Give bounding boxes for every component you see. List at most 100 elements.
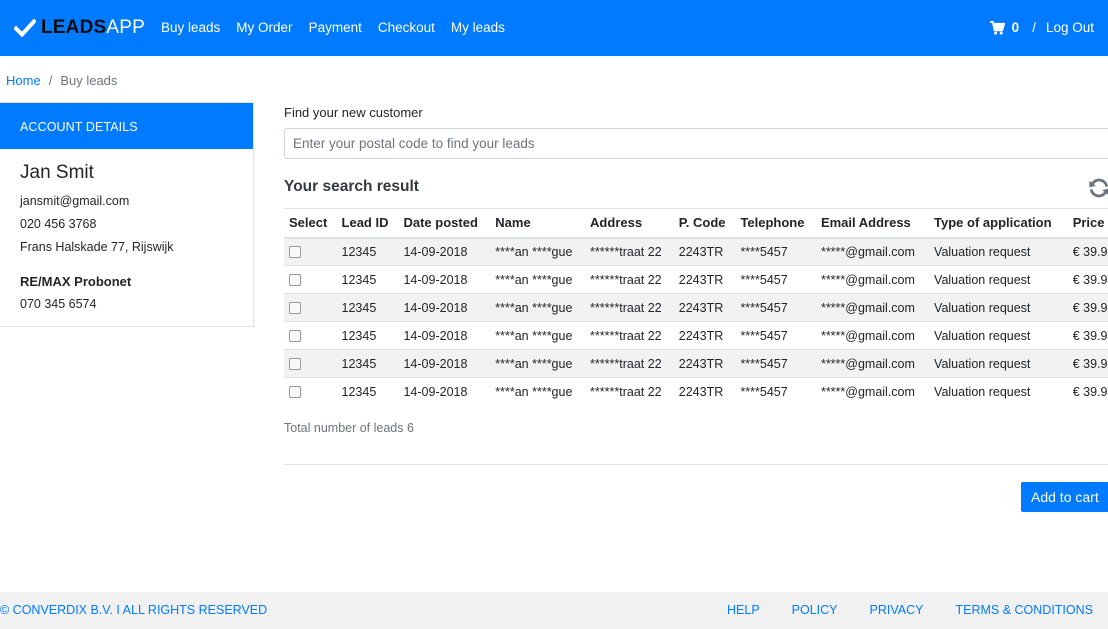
application-type-cell: Valuation request: [929, 293, 1068, 322]
footer-link-privacy[interactable]: PRIVACY: [870, 603, 924, 617]
address-cell: ******traat 22: [585, 321, 674, 350]
account-email: jansmit@gmail.com: [20, 194, 130, 208]
table-row: 12345 14-09-2018 ****an ****gue ******tr…: [284, 377, 1108, 406]
nav-separator: /: [1032, 20, 1036, 35]
column-header-name: Name: [490, 208, 586, 239]
price-cell: € 39.99: [1067, 349, 1108, 378]
account-company: RE/MAX Probonet: [20, 274, 132, 289]
breadcrumb-separator: /: [48, 73, 53, 88]
account-details-header: ACCOUNT DETAILS: [0, 103, 253, 149]
table-row: 12345 14-09-2018 ****an ****gue ******tr…: [284, 265, 1108, 294]
postal-code-cell: 2243TR: [673, 237, 736, 266]
telephone-cell: ****5457: [735, 377, 816, 406]
email-cell: *****@gmail.com: [815, 321, 930, 350]
lead-id-cell: 12345: [336, 265, 399, 294]
footer-link-help[interactable]: HELP: [727, 603, 760, 617]
nav-my-order[interactable]: My Order: [236, 20, 292, 35]
nav-right: 0 / Log Out: [989, 20, 1094, 35]
check-icon: [14, 18, 36, 38]
breadcrumb-current: Buy leads: [60, 73, 118, 88]
brand-logo[interactable]: LEADSAPP: [14, 16, 145, 40]
date-posted-cell: 14-09-2018: [398, 349, 491, 378]
account-details-card: ACCOUNT DETAILS Jan Smit jansmit@gmail.c…: [0, 102, 254, 327]
price-cell: € 39.99: [1067, 265, 1108, 294]
brand-name: LEADSAPP: [41, 17, 145, 39]
table-row: 12345 14-09-2018 ****an ****gue ******tr…: [284, 237, 1108, 266]
nav-links: Buy leads My Order Payment Checkout My l…: [161, 20, 521, 35]
total-leads-count: Total number of leads 6: [284, 421, 414, 435]
account-phone: 020 456 3768: [20, 217, 97, 231]
lead-id-cell: 12345: [336, 321, 399, 350]
price-cell: € 39.99: [1067, 237, 1108, 266]
column-header-application-type: Type of application: [929, 208, 1068, 239]
lead-select-checkbox[interactable]: [289, 330, 301, 343]
email-cell: *****@gmail.com: [815, 237, 930, 266]
select-cell: [284, 377, 337, 406]
name-cell: ****an ****gue: [490, 293, 586, 322]
application-type-cell: Valuation request: [929, 321, 1068, 350]
search-result-title: Your search result: [284, 178, 419, 195]
telephone-cell: ****5457: [735, 265, 816, 294]
account-company-phone: 070 345 6574: [20, 297, 97, 311]
column-header-telephone: Telephone: [735, 208, 816, 239]
telephone-cell: ****5457: [735, 237, 816, 266]
postal-code-search-input[interactable]: [284, 128, 1108, 159]
lead-id-cell: 12345: [336, 349, 399, 378]
cart-icon[interactable]: [989, 20, 1005, 35]
email-cell: *****@gmail.com: [815, 349, 930, 378]
lead-id-cell: 12345: [336, 237, 399, 266]
lead-select-checkbox[interactable]: [289, 274, 301, 287]
table-row: 12345 14-09-2018 ****an ****gue ******tr…: [284, 293, 1108, 322]
select-cell: [284, 237, 337, 266]
breadcrumb: Home / Buy leads: [6, 73, 117, 88]
column-header-email: Email Address: [815, 208, 930, 239]
email-cell: *****@gmail.com: [815, 265, 930, 294]
footer-link-terms[interactable]: TERMS & CONDITIONS: [955, 603, 1093, 617]
postal-code-cell: 2243TR: [673, 377, 736, 406]
footer-links: HELP POLICY PRIVACY TERMS & CONDITIONS: [695, 603, 1093, 617]
nav-my-leads[interactable]: My leads: [451, 20, 505, 35]
address-cell: ******traat 22: [585, 293, 674, 322]
column-header-lead-id: Lead ID: [336, 208, 399, 239]
brand-name-bold: LEADS: [41, 17, 107, 38]
application-type-cell: Valuation request: [929, 237, 1068, 266]
name-cell: ****an ****gue: [490, 237, 586, 266]
breadcrumb-home[interactable]: Home: [6, 73, 41, 88]
find-customer-label: Find your new customer: [284, 105, 423, 120]
application-type-cell: Valuation request: [929, 377, 1068, 406]
application-type-cell: Valuation request: [929, 265, 1068, 294]
date-posted-cell: 14-09-2018: [398, 321, 491, 350]
logout-link[interactable]: Log Out: [1046, 20, 1094, 35]
application-type-cell: Valuation request: [929, 349, 1068, 378]
name-cell: ****an ****gue: [490, 265, 586, 294]
table-row: 12345 14-09-2018 ****an ****gue ******tr…: [284, 349, 1108, 378]
postal-code-cell: 2243TR: [673, 265, 736, 294]
date-posted-cell: 14-09-2018: [398, 237, 491, 266]
cart-count[interactable]: 0: [1012, 20, 1020, 35]
refresh-icon[interactable]: [1088, 177, 1108, 199]
select-cell: [284, 265, 337, 294]
nav-payment[interactable]: Payment: [309, 20, 362, 35]
footer-link-policy[interactable]: POLICY: [792, 603, 838, 617]
price-cell: € 39.99: [1067, 321, 1108, 350]
lead-select-checkbox[interactable]: [289, 358, 301, 371]
brand-name-light: APP: [106, 17, 146, 38]
lead-select-checkbox[interactable]: [289, 246, 301, 259]
nav-checkout[interactable]: Checkout: [378, 20, 435, 35]
column-header-postal-code: P. Code: [673, 208, 736, 239]
name-cell: ****an ****gue: [490, 377, 586, 406]
divider: [284, 464, 1108, 465]
nav-buy-leads[interactable]: Buy leads: [161, 20, 220, 35]
date-posted-cell: 14-09-2018: [398, 377, 491, 406]
date-posted-cell: 14-09-2018: [398, 293, 491, 322]
add-to-cart-button[interactable]: Add to cart: [1021, 482, 1108, 512]
email-cell: *****@gmail.com: [815, 377, 930, 406]
lead-select-checkbox[interactable]: [289, 386, 301, 399]
footer-copyright: © CONVERDIX B.V. I ALL RIGHTS RESERVED: [0, 603, 268, 617]
column-header-address: Address: [585, 208, 674, 239]
price-cell: € 39.99: [1067, 293, 1108, 322]
date-posted-cell: 14-09-2018: [398, 265, 491, 294]
address-cell: ******traat 22: [585, 237, 674, 266]
column-header-price: Price: [1067, 208, 1108, 239]
lead-select-checkbox[interactable]: [289, 302, 301, 315]
